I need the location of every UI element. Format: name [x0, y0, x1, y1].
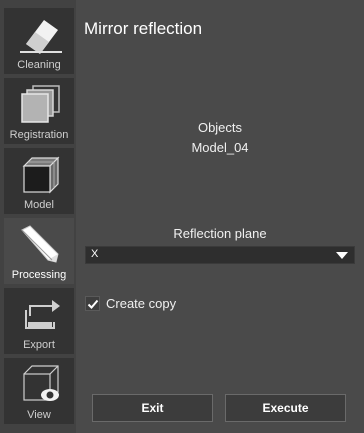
reflection-plane-select[interactable]: X	[85, 246, 355, 264]
cube-icon	[22, 156, 60, 194]
eraser-icon	[20, 20, 62, 54]
pencil-icon	[21, 225, 59, 263]
exit-button[interactable]: Exit	[92, 394, 213, 422]
reflection-plane-value: X	[91, 248, 99, 260]
reflection-plane-label: Reflection plane	[173, 226, 267, 241]
objects-value: Model_04	[191, 140, 249, 155]
export-arrow-icon	[25, 300, 60, 329]
page-title: Mirror reflection	[84, 19, 203, 38]
sidebar-item-export[interactable]: Export	[4, 288, 74, 354]
create-copy-label: Create copy	[106, 296, 177, 311]
create-copy-checkbox[interactable]	[85, 296, 100, 311]
checkmark-icon	[87, 299, 99, 309]
sidebar-item-cleaning[interactable]: Cleaning	[4, 8, 74, 74]
sidebar-item-processing[interactable]: Processing	[4, 218, 74, 284]
sidebar-item-label: View	[27, 409, 51, 421]
sidebar-item-model[interactable]: Model	[4, 148, 74, 214]
execute-button[interactable]: Execute	[225, 394, 346, 422]
eye-cube-icon	[23, 365, 59, 401]
sidebar-item-label: Cleaning	[17, 59, 61, 71]
sidebar-item-registration[interactable]: Registration	[4, 78, 74, 144]
sidebar-item-label: Export	[23, 339, 55, 351]
objects-label: Objects	[197, 120, 243, 135]
mirror-reflection-panel: Mirror reflection Objects Model_04 Refle…	[76, 0, 364, 433]
sidebar-item-label: Model	[24, 199, 54, 211]
chevron-down-icon	[336, 252, 348, 259]
sidebar-item-label: Registration	[9, 129, 69, 141]
sidebar: Cleaning Registration Model Processing E…	[0, 0, 76, 433]
layers-icon	[21, 85, 60, 123]
sidebar-item-label: Processing	[11, 269, 67, 281]
sidebar-item-view[interactable]: View	[4, 358, 74, 424]
